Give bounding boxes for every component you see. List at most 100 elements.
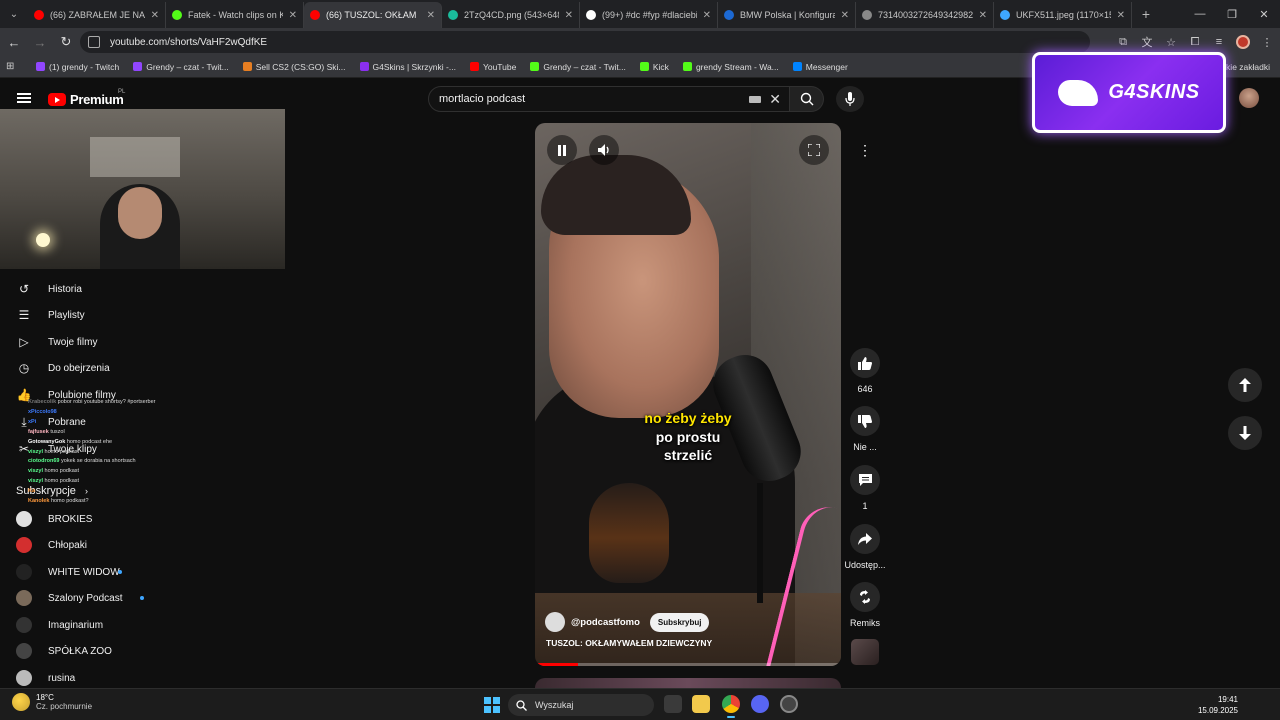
channel-avatar[interactable] bbox=[545, 612, 565, 632]
thumbs-down-icon[interactable] bbox=[850, 406, 880, 436]
bookmark-label: Grendy – czat - Twit... bbox=[146, 61, 229, 72]
close-tab-icon[interactable]: ✕ bbox=[979, 10, 987, 21]
task-view-icon[interactable] bbox=[664, 695, 682, 713]
youtube-logo[interactable]: Premium bbox=[48, 92, 124, 107]
weather-widget[interactable]: 18°C Cz. pochmurnie bbox=[12, 693, 92, 711]
sidebar-item[interactable]: ▷ Twoje filmy bbox=[0, 329, 240, 355]
webcam-lamp bbox=[36, 233, 50, 247]
subscription-item[interactable]: WHITE WIDOW bbox=[0, 559, 240, 585]
tab-search-icon[interactable]: ⌄ bbox=[0, 0, 28, 28]
bookmark-item[interactable]: (1) grendy - Twitch bbox=[36, 62, 119, 72]
clear-search-icon[interactable]: ✕ bbox=[769, 91, 781, 108]
remix-action[interactable]: Remiks bbox=[838, 582, 892, 628]
subscription-item[interactable]: Szalony Podcast bbox=[0, 585, 240, 611]
browser-tab[interactable]: (66) ZABRAŁEM JE NA MA ✕ bbox=[28, 2, 166, 28]
progress-bar[interactable] bbox=[535, 663, 841, 666]
restore-icon[interactable]: ❐ bbox=[1216, 0, 1248, 28]
close-tab-icon[interactable]: ✕ bbox=[151, 10, 159, 21]
more-options-icon[interactable]: ⋮ bbox=[851, 136, 879, 164]
bookmark-item[interactable]: Kick bbox=[639, 62, 669, 72]
close-tab-icon[interactable]: ✕ bbox=[565, 10, 573, 21]
minimize-icon[interactable]: — bbox=[1184, 0, 1216, 28]
browser-tab[interactable]: Fatek - Watch clips on Ki ✕ bbox=[166, 2, 304, 28]
thumbs-up-icon[interactable] bbox=[850, 348, 880, 378]
account-avatar[interactable] bbox=[1239, 88, 1259, 108]
like-action[interactable]: 646 bbox=[838, 348, 892, 394]
windows-start-icon[interactable] bbox=[484, 697, 500, 713]
bookmark-item[interactable]: Sell CS2 (CS:GO) Ski... bbox=[242, 62, 346, 72]
subscription-item[interactable]: Imaginarium bbox=[0, 612, 240, 638]
channel-name[interactable]: @podcastfomo bbox=[571, 617, 640, 628]
sidebar-item[interactable]: ◷ Do obejrzenia bbox=[0, 355, 240, 381]
voice-search-button[interactable] bbox=[836, 86, 864, 112]
dislike-action[interactable]: Nie ... bbox=[838, 406, 892, 452]
install-app-icon[interactable]: ⧉ bbox=[1116, 35, 1130, 49]
keyboard-icon[interactable] bbox=[749, 96, 761, 103]
taskbar-search[interactable]: Wyszukaj bbox=[508, 694, 654, 716]
forward-icon[interactable]: → bbox=[28, 30, 52, 54]
address-bar[interactable]: youtube.com/shorts/VaHF2wQdfKE bbox=[80, 31, 1090, 53]
browser-tab[interactable]: (66) TUSZOL: OKŁAM ✕ bbox=[304, 2, 442, 28]
chrome-menu-icon[interactable]: ⋮ bbox=[1260, 35, 1274, 49]
share-icon[interactable] bbox=[850, 524, 880, 554]
bookmark-item[interactable]: Grendy – czat - Twit... bbox=[133, 62, 229, 72]
bookmark-item[interactable]: grendy Stream - Wa... bbox=[682, 62, 779, 72]
bookmark-item[interactable]: Grendy – czat - Twit... bbox=[530, 62, 626, 72]
browser-tab[interactable]: 7314003272649342982- ✕ bbox=[856, 2, 994, 28]
comment-icon[interactable] bbox=[850, 465, 880, 495]
close-tab-icon[interactable]: ✕ bbox=[841, 10, 849, 21]
fullscreen-button[interactable] bbox=[799, 135, 829, 165]
bookmark-item[interactable]: Messenger bbox=[792, 62, 848, 72]
subscription-item[interactable]: BROKIES bbox=[0, 506, 240, 532]
browser-tab[interactable]: (99+) #dc #fyp #dlaciebie ✕ bbox=[580, 2, 718, 28]
browser-tab[interactable]: 2TzQ4CD.png (543×648) ✕ bbox=[442, 2, 580, 28]
discord-icon[interactable] bbox=[751, 695, 769, 713]
subscription-item[interactable]: Chłopaki bbox=[0, 532, 240, 558]
system-clock[interactable]: 19:41 15.09.2025 bbox=[1198, 694, 1238, 716]
menu-icon[interactable] bbox=[17, 93, 31, 103]
subscription-item[interactable]: SPÓŁKA ZOO bbox=[0, 638, 240, 664]
video-mic-stand bbox=[757, 483, 763, 603]
chat-message: ciotodron69 yokek se dorabia na shortsac… bbox=[28, 457, 198, 467]
volume-button[interactable] bbox=[589, 135, 619, 165]
obs-icon[interactable] bbox=[780, 695, 798, 713]
other-bookmarks[interactable]: tkie zakładki bbox=[1224, 62, 1270, 72]
close-tab-icon[interactable]: ✕ bbox=[289, 10, 297, 21]
profile-avatar[interactable] bbox=[1236, 35, 1250, 49]
sidebar-item[interactable]: ☰ Playlisty bbox=[0, 302, 240, 328]
search-input[interactable]: mortlacio podcast ✕ bbox=[428, 86, 790, 112]
close-tab-icon[interactable]: ✕ bbox=[703, 10, 711, 21]
browser-tab[interactable]: BMW Polska | Konfigurato ✕ bbox=[718, 2, 856, 28]
url-text: youtube.com/shorts/VaHF2wQdfKE bbox=[110, 36, 268, 48]
bookmark-item[interactable]: YouTube bbox=[469, 62, 516, 72]
chrome-icon[interactable] bbox=[722, 695, 740, 713]
next-short-button[interactable] bbox=[1228, 416, 1262, 450]
extensions-icon[interactable]: ⧠ bbox=[1188, 35, 1202, 49]
close-tab-icon[interactable]: ✕ bbox=[427, 10, 435, 21]
pause-button[interactable] bbox=[547, 135, 577, 165]
site-info-icon[interactable] bbox=[88, 36, 100, 48]
close-window-icon[interactable]: ✕ bbox=[1248, 0, 1280, 28]
shorts-player[interactable]: no żeby żeby po prostu strzelić @podcast… bbox=[535, 123, 841, 666]
search-button[interactable] bbox=[790, 86, 824, 112]
translate-icon[interactable]: 文 bbox=[1140, 35, 1154, 49]
share-action[interactable]: Udostęp... bbox=[838, 524, 892, 570]
back-icon[interactable]: ← bbox=[2, 30, 26, 54]
previous-short-button[interactable] bbox=[1228, 368, 1262, 402]
bookmark-item[interactable]: G4Skins | Skrzynki -... bbox=[359, 62, 456, 72]
new-tab-button[interactable]: + bbox=[1132, 6, 1160, 22]
sound-thumbnail[interactable] bbox=[851, 639, 879, 665]
remix-icon[interactable] bbox=[850, 582, 880, 612]
comments-action[interactable]: 1 bbox=[838, 465, 892, 511]
subscribe-button[interactable]: Subskrybuj bbox=[649, 612, 710, 632]
sidebar-item[interactable]: ↺ Historia bbox=[0, 276, 240, 302]
apps-grid-icon[interactable]: ⊞ bbox=[6, 61, 22, 72]
browser-tab[interactable]: UKFX511.jpeg (1170×155 ✕ bbox=[994, 2, 1132, 28]
file-explorer-icon[interactable] bbox=[692, 695, 710, 713]
bookmark-star-icon[interactable]: ☆ bbox=[1164, 35, 1178, 49]
close-tab-icon[interactable]: ✕ bbox=[1117, 10, 1125, 21]
media-control-icon[interactable]: ≡ bbox=[1212, 35, 1226, 49]
short-title[interactable]: TUSZOL: OKŁAMYWAŁEM DZIEWCZYNY bbox=[546, 638, 712, 648]
reload-icon[interactable]: ↻ bbox=[54, 30, 78, 54]
history-icon: ↺ bbox=[18, 282, 30, 296]
